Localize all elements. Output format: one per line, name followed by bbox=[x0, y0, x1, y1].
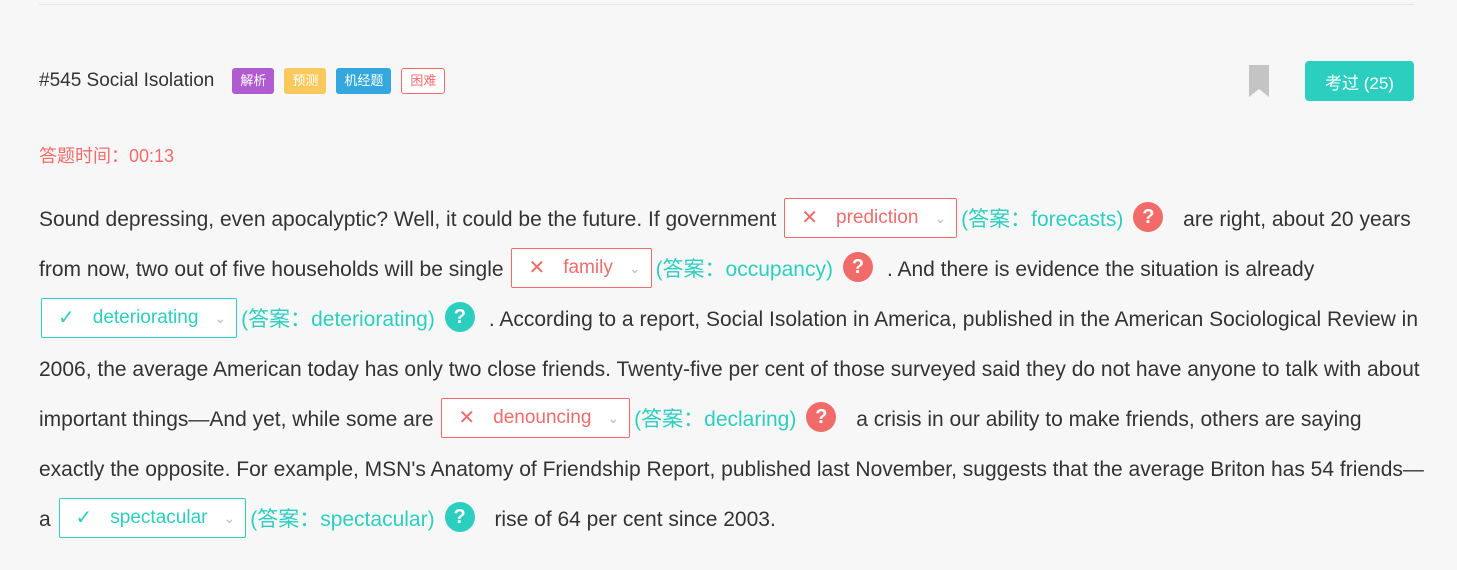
question-title: #545 Social Isolation bbox=[39, 70, 215, 91]
correct-answer: (答案：declaring) bbox=[634, 408, 797, 431]
blank-value: denouncing bbox=[493, 407, 592, 429]
tag-difficulty: 困难 bbox=[401, 68, 446, 94]
help-icon[interactable]: ? bbox=[1133, 202, 1164, 233]
chevron-down-icon: ⌄ bbox=[934, 210, 947, 227]
passage-text: Sound depressing, even apocalyptic? Well… bbox=[39, 195, 1429, 545]
blank-select[interactable]: ✓ spectacular ⌄ bbox=[58, 498, 247, 539]
bookmark-icon[interactable] bbox=[1249, 65, 1269, 97]
passage-segment: rise of 64 per cent since 2003. bbox=[494, 508, 776, 531]
passage-segment: . And there is evidence the situation is… bbox=[886, 258, 1315, 281]
exam-count-button[interactable]: 考过 (25) bbox=[1305, 61, 1414, 101]
correct-answer: (答案：forecasts) bbox=[961, 208, 1124, 231]
correct-answer: (答案：deteriorating) bbox=[241, 308, 435, 331]
check-icon: ✓ bbox=[58, 307, 75, 330]
blank-value: deteriorating bbox=[92, 307, 199, 329]
chevron-down-icon: ⌄ bbox=[223, 510, 236, 527]
answer-timer: 答题时间：00:13 bbox=[39, 146, 175, 166]
blank-select[interactable]: ✕ family ⌄ bbox=[511, 248, 652, 289]
blank-value: family bbox=[563, 257, 613, 279]
help-icon[interactable]: ? bbox=[806, 402, 837, 433]
help-icon[interactable]: ? bbox=[842, 252, 873, 283]
blank-select[interactable]: ✕ denouncing ⌄ bbox=[441, 398, 631, 439]
blank-select[interactable]: ✓ deteriorating ⌄ bbox=[41, 298, 238, 339]
tag-machine-question[interactable]: 机经题 bbox=[336, 68, 392, 94]
wrong-icon: ✕ bbox=[458, 407, 476, 430]
passage-segment: Sound depressing, even apocalyptic? Well… bbox=[39, 208, 777, 231]
help-icon[interactable]: ? bbox=[444, 302, 475, 333]
correct-answer: (答案：occupancy) bbox=[655, 258, 833, 281]
wrong-icon: ✕ bbox=[528, 257, 546, 280]
top-divider bbox=[39, 4, 1414, 5]
help-icon[interactable]: ? bbox=[444, 502, 475, 533]
chevron-down-icon: ⌄ bbox=[214, 310, 227, 327]
blank-value: spectacular bbox=[110, 507, 208, 529]
tag-prediction[interactable]: 预测 bbox=[284, 68, 327, 94]
chevron-down-icon: ⌄ bbox=[628, 260, 641, 277]
tag-analysis[interactable]: 解析 bbox=[232, 68, 275, 94]
chevron-down-icon: ⌄ bbox=[607, 410, 620, 427]
blank-select[interactable]: ✕ prediction ⌄ bbox=[784, 198, 958, 239]
header-actions: 考过 (25) bbox=[1249, 61, 1414, 101]
wrong-icon: ✕ bbox=[801, 207, 818, 230]
correct-answer: (答案：spectacular) bbox=[250, 508, 435, 531]
check-icon: ✓ bbox=[75, 507, 93, 530]
question-header: #545 Social Isolation 解析 预测 机经题 困难 考过 (2… bbox=[39, 61, 1414, 101]
blank-value: prediction bbox=[836, 207, 919, 229]
